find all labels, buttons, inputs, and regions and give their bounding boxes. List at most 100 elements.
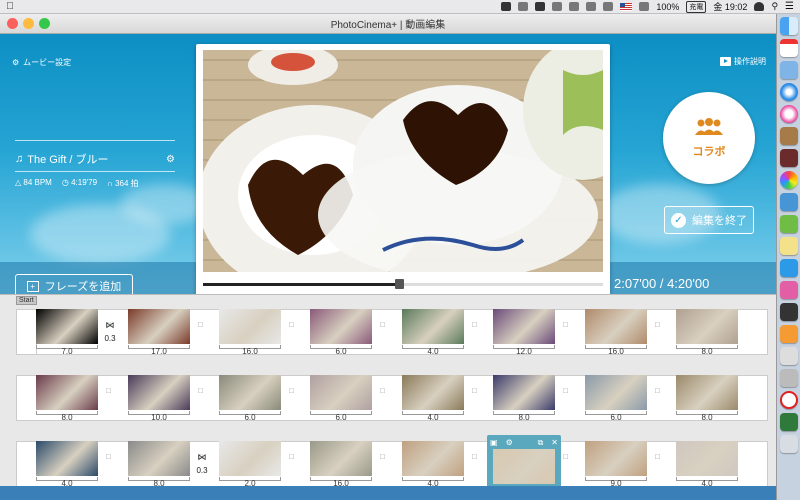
copy-icon[interactable]: ⧉ [538, 438, 544, 448]
transition-slot-icon[interactable]: □ [380, 320, 390, 330]
spotlight-icon[interactable]: ⚲ [771, 1, 778, 12]
timeline-clip[interactable]: 16.0 [310, 441, 372, 486]
add-phrase-button[interactable]: + フレーズを追加 [15, 274, 133, 294]
keynote-icon[interactable] [779, 281, 798, 299]
timeline-clip[interactable]: 2.0 [219, 441, 281, 486]
timeline-clip[interactable]: 4.0 [36, 441, 98, 486]
transition-slot-icon[interactable]: □ [472, 386, 482, 396]
color-picker-icon[interactable] [779, 347, 798, 365]
preview-icon[interactable] [779, 61, 798, 79]
itunes-icon[interactable] [779, 105, 798, 123]
timeline-clip[interactable]: 8.0 [676, 375, 738, 422]
app-icon[interactable] [518, 2, 529, 11]
timeline-clip[interactable]: 7.0 [36, 309, 98, 356]
monitor-icon[interactable] [779, 369, 798, 387]
timeline-clip[interactable]: ▣⚙⧉✕4.0 [487, 435, 561, 486]
finder-icon[interactable] [779, 17, 798, 35]
transition-slot-icon[interactable]: □ [380, 386, 390, 396]
timeline-clip[interactable]: 4.0 [402, 375, 464, 422]
close-window-button[interactable] [7, 18, 18, 29]
timeline-clip[interactable]: 6.0 [310, 309, 372, 356]
camera-app-icon[interactable] [779, 193, 798, 211]
photos-icon[interactable] [779, 171, 798, 189]
zoom-window-button[interactable] [39, 18, 50, 29]
timeline-clip[interactable]: 8.0 [128, 441, 190, 486]
close-icon[interactable]: ✕ [551, 438, 558, 448]
app-store-icon[interactable] [779, 259, 798, 277]
timeline-clip[interactable]: 6.0 [219, 375, 281, 422]
terminal-icon[interactable] [779, 303, 798, 321]
wifi-icon[interactable] [603, 2, 614, 11]
transition-slot-icon[interactable]: □ [472, 320, 482, 330]
photo-booth-icon[interactable] [779, 149, 798, 167]
timeline-clip[interactable]: 8.0 [676, 309, 738, 356]
apple-icon[interactable]:  [0, 1, 20, 12]
time-machine-icon[interactable] [569, 2, 580, 11]
timeline-clip[interactable]: 6.0 [310, 375, 372, 422]
transition-slot-icon[interactable]: □ [563, 320, 573, 330]
timeline[interactable]: Start 7.0 □ 17.0 □ 16.0 □ 6.0 □ 4.0 □ 12.0 □ 16.0 □ 8.… [0, 294, 776, 486]
finish-editing-button[interactable]: ✓ 編集を終了 [664, 206, 754, 234]
transition-slot-icon[interactable]: □ [655, 320, 665, 330]
transition-slot-icon[interactable]: □ [563, 386, 573, 396]
input-source-flag-icon[interactable] [620, 2, 633, 11]
clock[interactable]: 金 19:02 [713, 0, 747, 13]
volume-icon[interactable] [639, 2, 650, 11]
notification-center-icon[interactable]: ☰ [785, 1, 794, 12]
evernote-icon[interactable] [501, 2, 512, 11]
movie-settings-button[interactable]: ⚙ ムービー設定 [12, 57, 71, 68]
timeline-clip[interactable]: 9.0 [585, 441, 647, 486]
timeline-clip[interactable]: 17.0 [128, 309, 190, 356]
timeline-clip[interactable]: 8.0 [493, 375, 555, 422]
preview-scrubber[interactable] [203, 279, 603, 289]
timeline-clip[interactable]: 6.0 [585, 375, 647, 422]
help-button[interactable]: 操作説明 [720, 56, 766, 67]
airplay-icon[interactable] [552, 2, 563, 11]
trash-icon[interactable] [779, 435, 798, 453]
music-track[interactable]: ♫ The Gift / ブルー ⚙ [15, 151, 175, 167]
transition-slot-icon[interactable]: □ [198, 320, 208, 330]
timeline-clip[interactable]: 8.0 [36, 375, 98, 422]
transition-slot-icon[interactable]: □ [289, 452, 299, 462]
transition-slot-icon[interactable]: □ [655, 452, 665, 462]
title-bar[interactable]: PhotoCinema+ | 動画編集 [0, 14, 776, 34]
transition-slot-icon[interactable]: □ [289, 386, 299, 396]
battery-icon[interactable]: 充電 [686, 0, 707, 13]
timeline-clip[interactable]: 10.0 [128, 375, 190, 422]
transition-slot-icon[interactable]: □ [106, 452, 116, 462]
timeline-clip[interactable]: 4.0 [402, 309, 464, 356]
timeline-clip[interactable]: 16.0 [585, 309, 647, 356]
timeline-clip[interactable]: 16.0 [219, 309, 281, 356]
video-preview[interactable] [196, 44, 610, 294]
transition-slot-icon[interactable]: □ [655, 386, 665, 396]
bluetooth-icon[interactable] [586, 2, 597, 11]
notes-icon[interactable] [779, 237, 798, 255]
settings-icon[interactable]: ⚙ [506, 438, 513, 448]
transition-slot-icon[interactable]: □ [289, 320, 299, 330]
transition-slot-icon[interactable]: □ [472, 452, 482, 462]
calendar-icon[interactable] [779, 39, 798, 57]
minimize-window-button[interactable] [23, 18, 34, 29]
transition-slot-icon[interactable]: □ [106, 386, 116, 396]
safari-icon[interactable] [779, 83, 798, 101]
battery-percent[interactable]: 100% [656, 2, 679, 12]
evernote-dock-icon[interactable] [779, 215, 798, 233]
transition-slot-icon[interactable]: □ [198, 386, 208, 396]
pages-icon[interactable] [779, 325, 798, 343]
music-settings-icon[interactable]: ⚙ [166, 154, 175, 165]
user-icon[interactable] [754, 2, 765, 11]
transition-marker[interactable]: ⋈ 0.3 [196, 452, 208, 475]
timeline-clip[interactable]: 4.0 [676, 441, 738, 486]
system-icon[interactable] [779, 413, 798, 431]
block-icon[interactable] [779, 391, 798, 409]
scrubber-handle[interactable] [395, 279, 404, 289]
timeline-clip[interactable]: 12.0 [493, 309, 555, 356]
transition-marker[interactable]: ⋈ 0.3 [104, 320, 116, 343]
dropbox-icon[interactable] [535, 2, 546, 11]
transition-slot-icon[interactable]: □ [563, 452, 573, 462]
timeline-clip[interactable]: 4.0 [402, 441, 464, 486]
notebook-icon[interactable] [779, 127, 798, 145]
crop-icon[interactable]: ▣ [490, 438, 498, 448]
transition-slot-icon[interactable]: □ [380, 452, 390, 462]
collab-button[interactable]: コラボ [663, 92, 755, 184]
